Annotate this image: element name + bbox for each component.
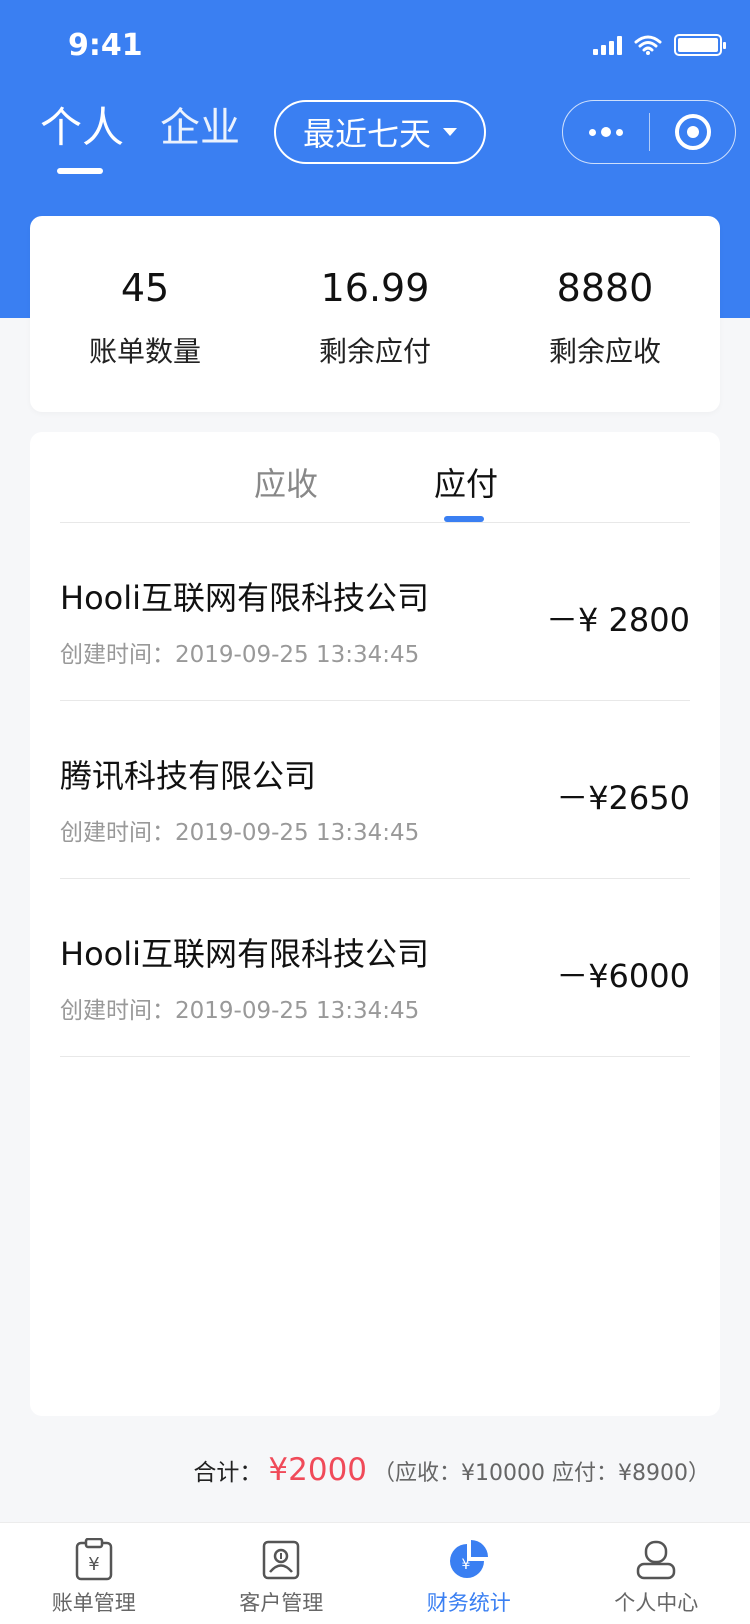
amount: －¥2650 [556,779,690,817]
wifi-icon [634,35,662,55]
list-item[interactable]: Hooli互联网有限科技公司 创建时间：2019-09-25 13:34:45 … [60,879,690,1057]
profile-icon [633,1537,679,1583]
nav-item-bill-management[interactable]: ¥ 账单管理 [0,1523,188,1624]
nav-label: 个人中心 [614,1591,699,1615]
stat-value: 45 [120,266,170,310]
stat-value: 16.99 [320,266,430,310]
battery-icon [674,34,726,56]
company-name: 腾讯科技有限公司 [60,757,317,795]
stat-remaining-receivable: 8880 剩余应收 [490,216,720,412]
close-miniprogram-button[interactable] [650,114,735,150]
tab-enterprise[interactable]: 企业 [160,104,240,152]
total-value: ¥2000 [268,1452,368,1488]
stat-label: 账单数量 [88,335,201,368]
customer-icon [258,1537,304,1583]
nav-label: 客户管理 [239,1591,324,1615]
company-name: Hooli互联网有限科技公司 [60,579,430,617]
status-time: 9:41 [68,28,143,63]
transactions-card: 应收 应付 Hooli互联网有限科技公司 创建时间：2019-09-25 13:… [30,432,720,1416]
cellular-signal-icon [593,35,622,55]
company-name: Hooli互联网有限科技公司 [60,935,430,973]
date-range-select[interactable]: 最近七天 [274,100,486,164]
tab-personal[interactable]: 个人 [40,104,124,152]
amount: －¥ 2800 [546,601,690,639]
nav-item-personal-center[interactable]: 个人中心 [563,1523,750,1624]
dot-icon [589,128,596,136]
stat-value: 8880 [556,266,654,310]
bottom-nav: ¥ 账单管理 客户管理 ¥ 财务统计 个人中心 [0,1522,750,1624]
created-time: 创建时间：2019-09-25 13:34:45 [60,820,420,846]
miniprogram-capsule [562,100,736,164]
target-icon [674,114,711,150]
stat-bill-count: 45 账单数量 [30,216,260,412]
dot-icon [616,128,623,136]
nav-item-finance-statistics[interactable]: ¥ 财务统计 [375,1523,563,1624]
finance-chart-icon: ¥ [446,1537,492,1583]
list-item[interactable]: 腾讯科技有限公司 创建时间：2019-09-25 13:34:45 －¥2650 [60,701,690,879]
transaction-list: Hooli互联网有限科技公司 创建时间：2019-09-25 13:34:45 … [60,523,690,1057]
svg-text:¥: ¥ [461,1557,470,1573]
status-indicators [593,34,726,56]
nav-item-customer-management[interactable]: 客户管理 [188,1523,376,1624]
total-summary: 合计： ¥2000 （应收：¥10000 应付：¥8900） [193,1452,710,1488]
dot-icon [601,127,611,137]
nav-label: 账单管理 [51,1591,136,1615]
svg-text:¥: ¥ [88,1554,99,1575]
date-range-value: 最近七天 [302,115,431,153]
stat-remaining-payable: 16.99 剩余应付 [260,216,490,412]
caret-down-icon [443,128,457,136]
tab-receivable[interactable]: 应收 [254,464,318,504]
created-time: 创建时间：2019-09-25 13:34:45 [60,642,420,668]
summary-card: 45 账单数量 16.99 剩余应付 8880 剩余应收 [30,216,720,412]
tab-payable[interactable]: 应付 [434,464,498,504]
total-detail: （应收：¥10000 应付：¥8900） [373,1461,710,1486]
more-options-button[interactable] [563,101,649,163]
tab-active-indicator [57,168,103,174]
stat-label: 剩余应收 [548,335,661,368]
list-item[interactable]: Hooli互联网有限科技公司 创建时间：2019-09-25 13:34:45 … [60,523,690,701]
amount: －¥6000 [556,957,690,995]
nav-label: 财务统计 [426,1591,511,1615]
created-time: 创建时间：2019-09-25 13:34:45 [60,998,420,1024]
stat-label: 剩余应付 [318,335,431,368]
bill-icon: ¥ [71,1537,117,1583]
total-label: 合计： [193,1460,263,1486]
